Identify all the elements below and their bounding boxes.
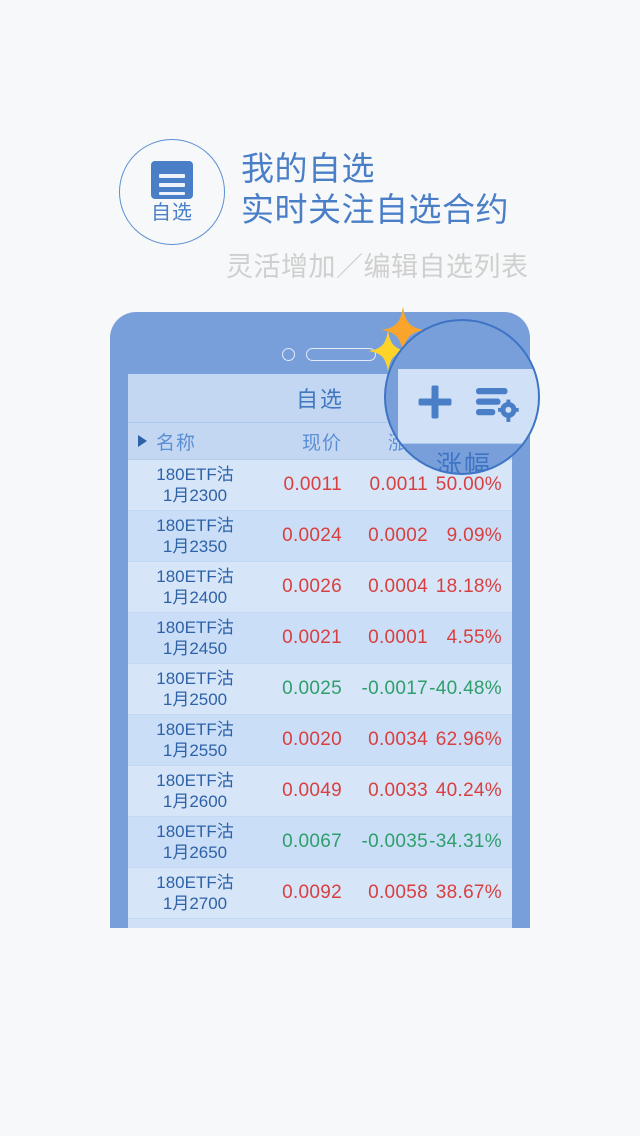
magnifier-callout: 涨幅 [384, 319, 540, 475]
sort-arrow-icon[interactable] [138, 435, 147, 447]
cell-change: 0.0011 [369, 474, 428, 495]
list-card-icon [151, 161, 193, 199]
cell-instrument-name: 180ETF沽 1月2700 [128, 872, 256, 914]
cell-change: 0.0033 [368, 780, 428, 801]
cell-percent: 50.00% [435, 474, 502, 495]
instrument-name-line1: 180ETF沽 [156, 567, 234, 586]
column-header-name[interactable]: 名称 [128, 428, 256, 455]
cell-instrument-name: 180ETF沽 1月2550 [128, 719, 256, 761]
cell-percent: 38.67% [435, 882, 502, 903]
instrument-name-line2: 1月2550 [162, 741, 228, 760]
promo-title-line2: 实时关注自选合约 [241, 191, 509, 228]
table-row[interactable]: 180ETF沽 1月2450 0.0021 0.0001 4.55% [128, 613, 512, 664]
instrument-name-line1: 180ETF沽 [156, 669, 234, 688]
instrument-name-line1: 180ETF沽 [156, 516, 234, 535]
speaker-grill-icon [306, 348, 376, 361]
instrument-name-line2: 1月2700 [162, 894, 228, 913]
promo-subtitle: 灵活增加／编辑自选列表 [226, 252, 529, 282]
cell-change: 0.0002 [368, 525, 428, 546]
promo-title-line1: 我的自选 [241, 150, 375, 187]
instrument-name-line2: 1月2650 [162, 843, 228, 862]
magnified-column-label: 涨幅 [435, 450, 492, 475]
cell-percent: -40.48% [429, 678, 502, 699]
cell-price: 0.0092 [282, 882, 342, 903]
instrument-name-line2: 1月2600 [162, 792, 228, 811]
instrument-name-line1: 180ETF沽 [156, 771, 234, 790]
cell-percent: 9.09% [446, 525, 502, 546]
cell-price: 0.0049 [282, 780, 342, 801]
cell-price: 0.0025 [282, 678, 342, 699]
instrument-name-line1: 180ETF沽 [156, 618, 234, 637]
table-row[interactable]: 180ETF沽 1月2550 0.0020 0.0034 62.96% [128, 715, 512, 766]
app-title: 自选 [295, 387, 344, 412]
cell-price: 0.0021 [282, 627, 342, 648]
table-row[interactable]: 180ETF沽 1月2700 0.0092 0.0058 38.67% [128, 868, 512, 919]
table-row[interactable]: 180ETF沽 1月2650 0.0067 -0.0035 -34.31% [128, 817, 512, 868]
cell-instrument-name: 180ETF沽 1月2350 [128, 515, 256, 557]
cell-change: 0.0001 [368, 627, 428, 648]
table-row[interactable]: 180ETF沽 1月2600 0.0049 0.0033 40.24% [128, 766, 512, 817]
cell-percent: 4.55% [446, 627, 502, 648]
instrument-name-line1: 180ETF沽 [156, 720, 234, 739]
cell-price: 0.0024 [282, 525, 342, 546]
promo-title: 我的自选 实时关注自选合约 [241, 148, 509, 230]
cell-price: 0.0011 [283, 474, 342, 495]
instrument-name-line1: 180ETF沽 [156, 465, 234, 484]
cell-change: 0.0058 [368, 882, 428, 903]
cell-instrument-name: 180ETF沽 1月2600 [128, 770, 256, 812]
cell-instrument-name: 180ETF沽 1月2300 [128, 464, 256, 506]
instrument-name-line2: 1月2500 [162, 690, 228, 709]
instrument-name-line2: 1月2400 [162, 588, 228, 607]
instrument-name-line1: 180ETF沽 [156, 822, 234, 841]
cell-instrument-name: 180ETF沽 1月2400 [128, 566, 256, 608]
cell-instrument-name: 180ETF沽 1月2450 [128, 617, 256, 659]
feature-badge: 自选 [119, 139, 225, 245]
instrument-name-line2: 1月2300 [162, 486, 228, 505]
cell-change: -0.0035 [361, 831, 428, 852]
cell-percent: -34.31% [429, 831, 502, 852]
promo-header: 自选 我的自选 实时关注自选合约 灵活增加／编辑自选列表 [0, 126, 640, 296]
cell-percent: 40.24% [435, 780, 502, 801]
cell-price: 0.0026 [282, 576, 342, 597]
cell-price: 0.0020 [282, 729, 342, 750]
cell-change: 0.0004 [368, 576, 428, 597]
cell-percent: 18.18% [435, 576, 502, 597]
magnified-toolbar-icons [414, 381, 520, 428]
instrument-name-line1: 180ETF沽 [156, 873, 234, 892]
plus-icon[interactable] [414, 381, 456, 428]
cell-change: 0.0034 [368, 729, 428, 750]
column-header-price[interactable]: 现价 [256, 428, 342, 455]
table-row[interactable]: 180ETF沽 1月2500 0.0025 -0.0017 -40.48% [128, 664, 512, 715]
list-settings-icon[interactable] [474, 381, 520, 428]
cell-price: 0.0067 [282, 831, 342, 852]
quote-list: 180ETF沽 1月2300 0.0011 0.0011 50.00% 180ETF沽 1月… [128, 460, 512, 919]
magnifier-content: 涨幅 [386, 321, 538, 475]
cell-instrument-name: 180ETF沽 1月2500 [128, 668, 256, 710]
table-row[interactable]: 180ETF沽 1月2400 0.0026 0.0004 18.18% [128, 562, 512, 613]
table-row[interactable]: 180ETF沽 1月2350 0.0024 0.0002 9.09% [128, 511, 512, 562]
cell-percent: 62.96% [435, 729, 502, 750]
feature-badge-label: 自选 [151, 202, 193, 224]
cell-instrument-name: 180ETF沽 1月2650 [128, 821, 256, 863]
camera-icon [282, 348, 295, 361]
instrument-name-line2: 1月2450 [162, 639, 228, 658]
instrument-name-line2: 1月2350 [162, 537, 228, 556]
column-header-name-label: 名称 [156, 432, 197, 454]
cell-change: -0.0017 [361, 678, 428, 699]
